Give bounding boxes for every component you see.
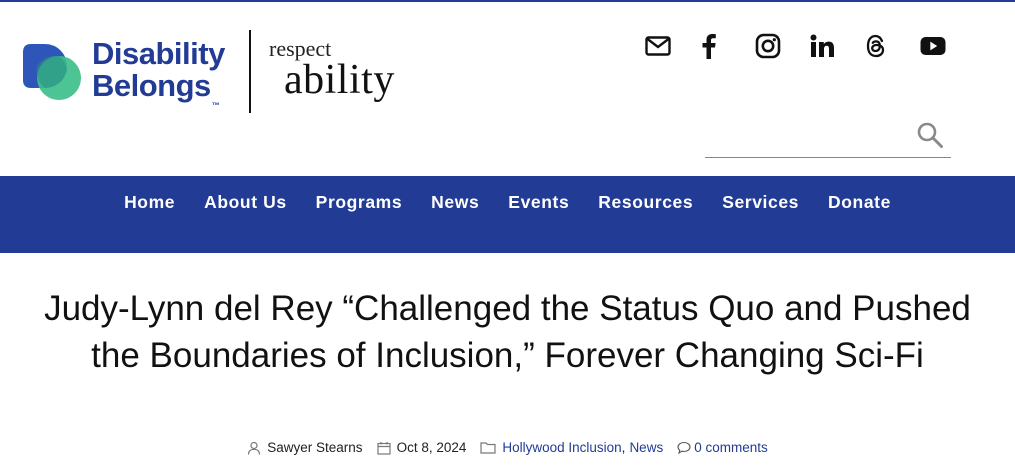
article-meta: Sawyer Stearns Oct 8, 2024 Hollywood Inc… bbox=[0, 440, 1015, 455]
email-link[interactable] bbox=[645, 32, 700, 60]
nav-item-news[interactable]: News bbox=[431, 192, 479, 213]
publish-date: Oct 8, 2024 bbox=[396, 440, 467, 455]
nav-item-services[interactable]: Services bbox=[722, 192, 799, 213]
search-input[interactable] bbox=[705, 120, 910, 156]
folder-icon bbox=[480, 441, 496, 454]
facebook-link[interactable] bbox=[700, 32, 755, 60]
instagram-icon bbox=[755, 33, 781, 59]
trademark: ™ bbox=[211, 101, 220, 110]
nav-item-about-us[interactable]: About Us bbox=[204, 192, 287, 213]
author-meta: Sawyer Stearns bbox=[247, 440, 363, 455]
threads-link[interactable] bbox=[865, 32, 920, 60]
date-meta: Oct 8, 2024 bbox=[376, 440, 467, 455]
youtube-link[interactable] bbox=[920, 32, 975, 60]
logo-divider bbox=[249, 30, 251, 113]
threads-icon bbox=[865, 34, 887, 58]
comment-icon bbox=[677, 441, 691, 454]
instagram-link[interactable] bbox=[755, 32, 810, 60]
partner-logo-bottom: ability bbox=[284, 57, 395, 103]
nav-item-events[interactable]: Events bbox=[508, 192, 569, 213]
nav-item-programs[interactable]: Programs bbox=[316, 192, 403, 213]
nav-item-resources[interactable]: Resources bbox=[598, 192, 693, 213]
search-icon bbox=[916, 121, 944, 154]
category-link-hollywood-inclusion[interactable]: Hollywood Inclusion bbox=[502, 440, 621, 455]
comments-link[interactable]: 0 comments bbox=[694, 440, 768, 455]
nav-item-donate[interactable]: Donate bbox=[828, 192, 891, 213]
brand-line-2: Belongs™ bbox=[92, 68, 220, 111]
linkedin-icon bbox=[810, 34, 834, 58]
user-icon bbox=[247, 441, 261, 455]
nav-item-home[interactable]: Home bbox=[124, 192, 175, 213]
top-border bbox=[0, 0, 1015, 2]
comments-meta: 0 comments bbox=[677, 440, 768, 455]
disability-belongs-logo-icon[interactable] bbox=[23, 44, 83, 102]
linkedin-link[interactable] bbox=[810, 32, 865, 60]
main-navigation: Home About Us Programs News Events Resou… bbox=[0, 176, 1015, 253]
facebook-icon bbox=[700, 33, 720, 59]
category-meta: Hollywood Inclusion, News bbox=[480, 440, 663, 455]
social-links bbox=[645, 32, 975, 60]
search-button[interactable] bbox=[915, 122, 945, 152]
brand-name[interactable]: Disability Belongs™ bbox=[92, 36, 225, 111]
youtube-icon bbox=[920, 36, 946, 56]
article-title: Judy-Lynn del Rey “Challenged the Status… bbox=[44, 289, 971, 375]
calendar-icon bbox=[376, 441, 391, 455]
category-separator: , bbox=[621, 440, 626, 455]
author-name[interactable]: Sawyer Stearns bbox=[267, 440, 362, 455]
search-bar bbox=[705, 120, 951, 158]
brand-line-1: Disability bbox=[92, 36, 225, 71]
envelope-icon bbox=[645, 36, 671, 56]
category-link-news[interactable]: News bbox=[629, 440, 663, 455]
